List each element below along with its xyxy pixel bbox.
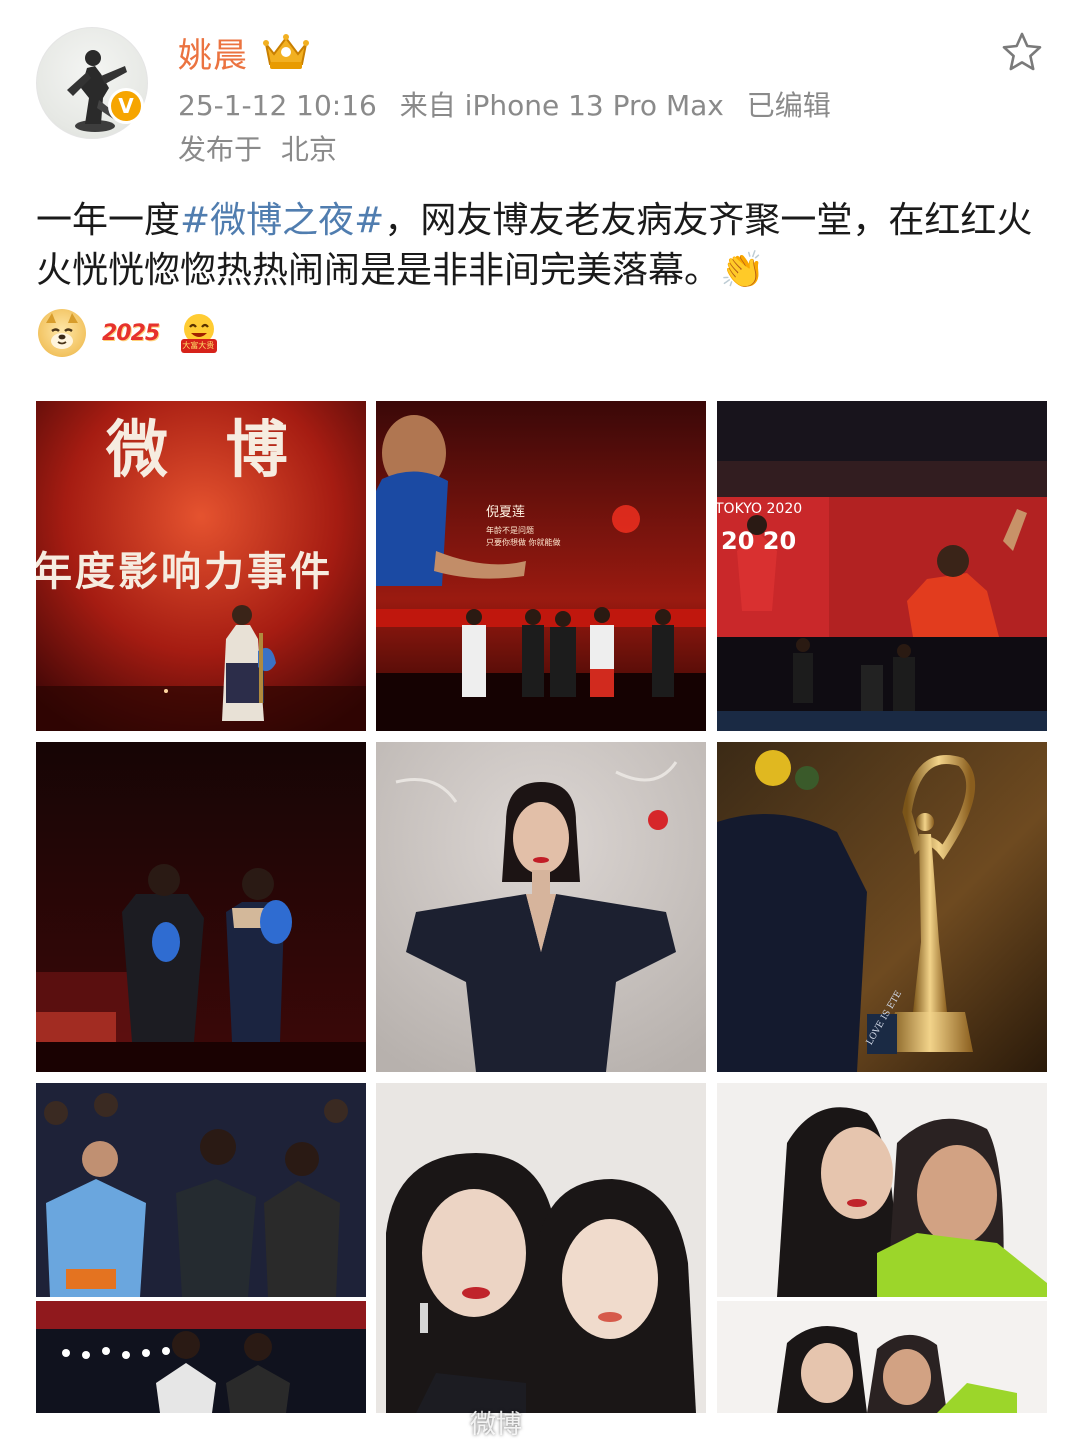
rich-luck-label: 大富大贵 — [182, 341, 215, 350]
author-name[interactable]: 姚晨 — [178, 28, 248, 77]
post-meta: 25-1-12 10:16 来自 iPhone 13 Pro Max 已编辑 — [178, 84, 845, 124]
post-text: 一年一度#微博之夜#，网友博友老友病友齐聚一堂，在红红火火恍恍惚惚热热闹闹是是非… — [36, 196, 1046, 296]
rich-luck-emoji-icon: 大富大贵 — [175, 309, 223, 357]
favorite-star-icon[interactable] — [1000, 30, 1044, 74]
location-name: 北京 — [280, 133, 337, 166]
doge-emoji-icon — [38, 309, 86, 357]
photo-award-stage[interactable]: 微 博 年度影响力事件 — [36, 401, 366, 731]
photo2-quote-line1: 年龄不是问题 — [486, 526, 534, 535]
photo-audience-collage[interactable] — [36, 1083, 366, 1413]
clap-emoji: 👏 — [720, 250, 765, 291]
location-prefix: 发布于 — [178, 133, 263, 166]
photo-golden-trophy[interactable]: LOVE IS ETE — [717, 742, 1047, 1072]
photo-stage-duo[interactable] — [36, 742, 366, 1072]
photo-table-tennis-stage[interactable]: TOKYO 2020 20 20 — [717, 401, 1047, 731]
post-timestamp: 25-1-12 10:16 — [178, 89, 377, 122]
verified-badge-icon: V — [108, 88, 144, 124]
emoji-row: 2025 大富大贵 — [38, 306, 223, 360]
post-location: 发布于 北京 — [178, 128, 347, 168]
year-2025-emoji: 2025 — [102, 320, 160, 346]
hashtag-link[interactable]: #微博之夜# — [180, 200, 384, 241]
post-text-before: 一年一度 — [36, 200, 181, 241]
photo1-caption-bottom: 年度影响力事件 — [36, 548, 333, 595]
weibo-post: V 姚晨 25-1-12 10:16 来自 iPhone 13 Pro Max … — [0, 0, 1080, 1443]
weibo-watermark: 微博 — [470, 1410, 523, 1440]
photo-portrait-black-suit[interactable] — [376, 742, 706, 1072]
photo1-caption-top: 微 博 — [106, 413, 306, 486]
photo3-score: 20 20 — [721, 527, 797, 555]
photo-athlete-award[interactable]: 倪夏莲 年龄不是问题 只要你想做 你就能做 — [376, 401, 706, 731]
photo-selfie-duo[interactable] — [376, 1083, 706, 1413]
post-source: 来自 iPhone 13 Pro Max — [399, 89, 724, 122]
photo3-screen-text: TOKYO 2020 — [717, 501, 803, 517]
crown-level-icon — [263, 34, 309, 69]
photo2-quote-line2: 只要你想做 你就能做 — [486, 538, 561, 547]
photo2-athlete-name: 倪夏莲 — [486, 505, 526, 520]
photo-selfie-stack[interactable] — [717, 1083, 1047, 1413]
post-edited-label[interactable]: 已编辑 — [747, 89, 831, 122]
